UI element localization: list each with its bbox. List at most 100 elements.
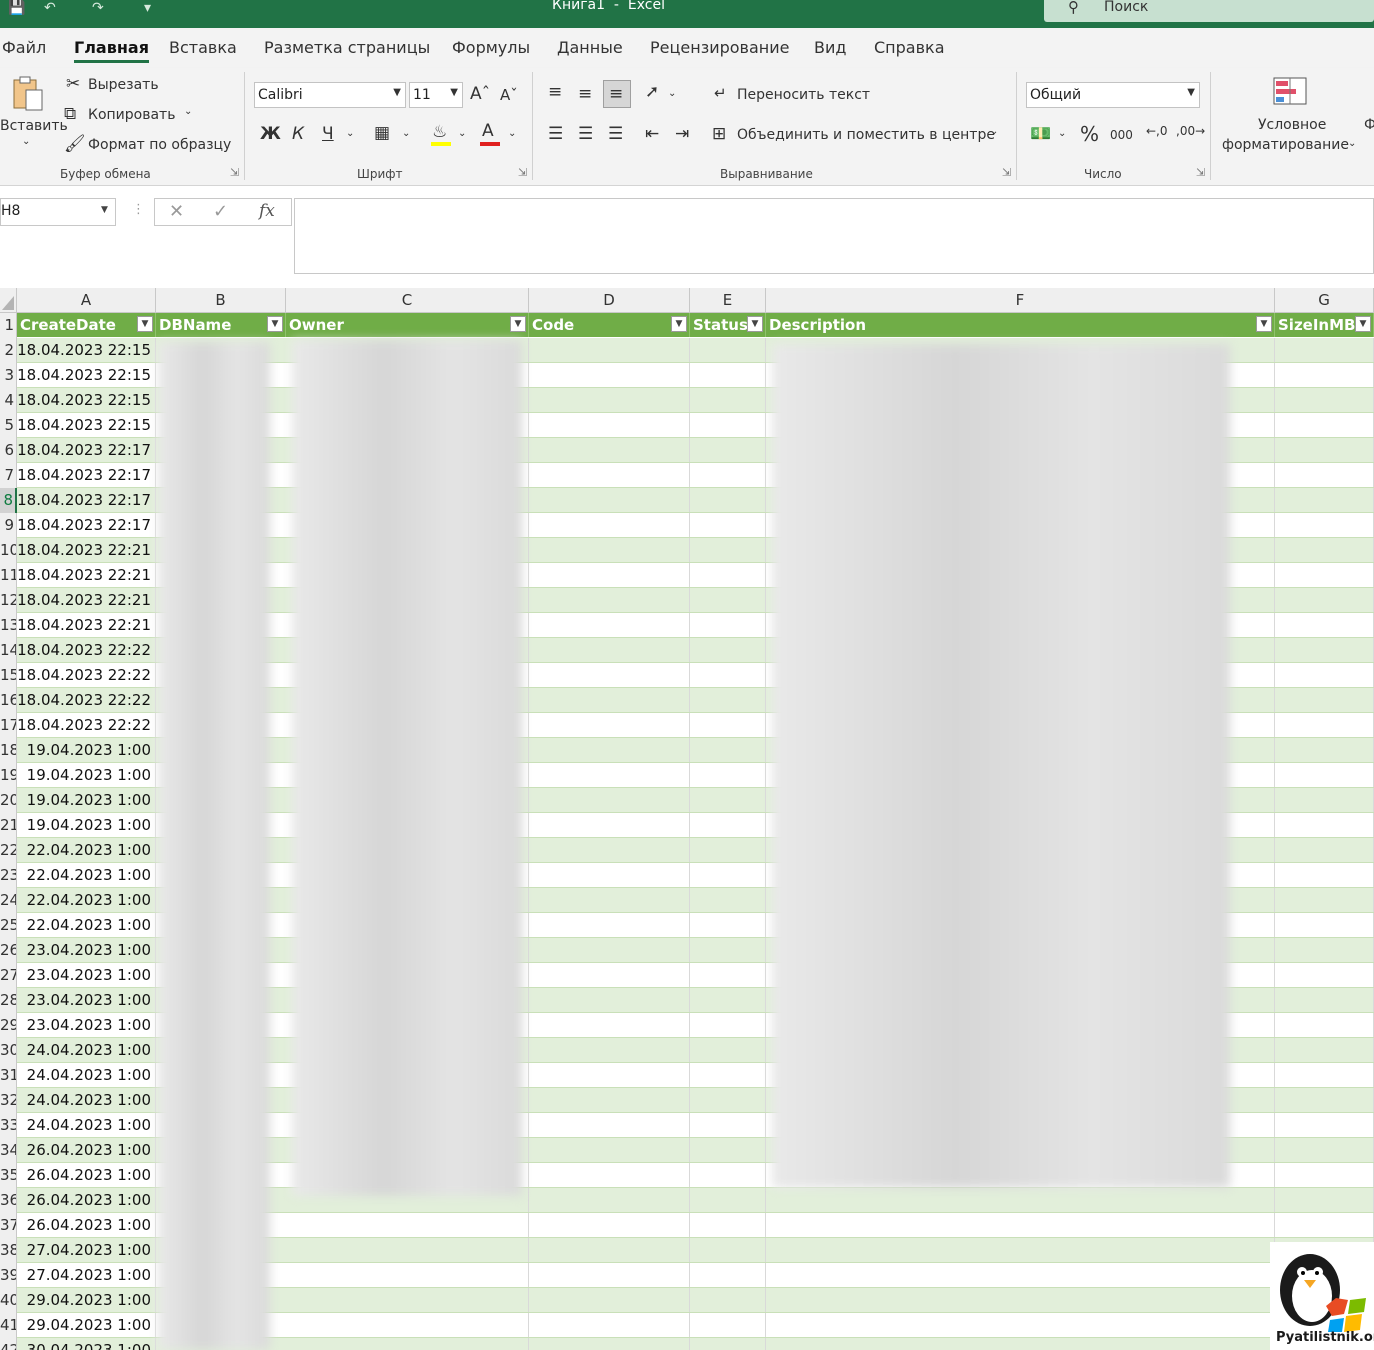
row-number[interactable]: 8 <box>0 488 17 513</box>
row-number[interactable]: 25 <box>0 913 17 938</box>
table-header-dbname[interactable]: DBName ▼ <box>156 313 286 337</box>
table-cell[interactable] <box>690 1163 766 1187</box>
row-number[interactable]: 29 <box>0 1013 17 1038</box>
filter-dropdown-icon[interactable]: ▼ <box>671 316 687 332</box>
table-cell[interactable] <box>286 1263 529 1287</box>
table-cell[interactable] <box>690 1063 766 1087</box>
table-cell[interactable] <box>529 813 690 837</box>
cell-createdate[interactable]: 18.04.2023 22:17 <box>17 438 156 462</box>
conditional-formatting-label-1[interactable]: Условное <box>1258 117 1326 133</box>
formula-input[interactable] <box>294 198 1374 274</box>
number-format-combo[interactable]: Общий ▼ <box>1026 82 1200 108</box>
wrap-text-icon[interactable]: ↵ <box>714 84 727 102</box>
table-header-description[interactable]: Description ▼ <box>766 313 1275 337</box>
table-cell[interactable] <box>1275 1113 1374 1137</box>
table-cell[interactable] <box>1275 588 1374 612</box>
table-cell[interactable] <box>690 1338 766 1350</box>
conditional-formatting-dropdown-icon[interactable]: ⌄ <box>1348 138 1356 149</box>
table-cell[interactable] <box>1275 813 1374 837</box>
table-cell[interactable] <box>286 1213 529 1237</box>
table-cell[interactable] <box>690 688 766 712</box>
table-cell[interactable] <box>690 938 766 962</box>
table-cell[interactable] <box>529 1213 690 1237</box>
row-number[interactable]: 39 <box>0 1263 17 1288</box>
filter-dropdown-icon[interactable]: ▼ <box>510 316 526 332</box>
column-header-e[interactable]: E <box>690 288 766 312</box>
table-header-status[interactable]: Status ▼ <box>690 313 766 337</box>
wrap-text-button[interactable]: Переносить текст <box>737 87 870 103</box>
font-size-combo[interactable]: 11 ▼ <box>409 82 463 108</box>
table-cell[interactable] <box>1275 413 1374 437</box>
table-cell[interactable] <box>1275 713 1374 737</box>
cell-createdate[interactable]: 18.04.2023 22:21 <box>17 613 156 637</box>
cell-createdate[interactable]: 22.04.2023 1:00 <box>17 838 156 862</box>
row-number[interactable]: 20 <box>0 788 17 813</box>
row-number[interactable]: 27 <box>0 963 17 988</box>
table-cell[interactable] <box>529 1138 690 1162</box>
row-number[interactable]: 19 <box>0 763 17 788</box>
table-cell[interactable] <box>529 888 690 912</box>
copy-icon[interactable]: ⧉ <box>64 104 76 124</box>
table-cell[interactable] <box>529 838 690 862</box>
row-number[interactable]: 31 <box>0 1063 17 1088</box>
table-cell[interactable] <box>529 1063 690 1087</box>
cell-createdate[interactable]: 19.04.2023 1:00 <box>17 763 156 787</box>
increase-font-icon[interactable]: Aˆ <box>470 84 490 104</box>
fill-color-icon[interactable]: ♨ <box>432 122 447 142</box>
cell-createdate[interactable]: 23.04.2023 1:00 <box>17 988 156 1012</box>
table-cell[interactable] <box>529 1088 690 1112</box>
cell-createdate[interactable]: 18.04.2023 22:17 <box>17 463 156 487</box>
align-center-icon[interactable]: ☰ <box>578 124 593 144</box>
bold-button[interactable]: Ж <box>260 124 281 144</box>
increase-decimal-icon[interactable]: ←,0 <box>1146 124 1168 138</box>
table-cell[interactable] <box>529 688 690 712</box>
save-icon[interactable]: 💾 <box>8 0 25 16</box>
table-cell[interactable] <box>1275 538 1374 562</box>
row-number[interactable]: 41 <box>0 1313 17 1338</box>
row-number[interactable]: 11 <box>0 563 17 588</box>
table-cell[interactable] <box>690 913 766 937</box>
merge-center-icon[interactable]: ⊞ <box>712 124 726 144</box>
decrease-decimal-icon[interactable]: ,00→ <box>1176 124 1205 138</box>
cell-createdate[interactable]: 24.04.2023 1:00 <box>17 1063 156 1087</box>
cell-createdate[interactable]: 19.04.2023 1:00 <box>17 813 156 837</box>
underline-button[interactable]: Ч <box>322 124 334 144</box>
table-cell[interactable] <box>690 1238 766 1262</box>
format-painter-button[interactable]: Формат по образцу <box>88 137 231 153</box>
row-number[interactable]: 32 <box>0 1088 17 1113</box>
cell-createdate[interactable]: 29.04.2023 1:00 <box>17 1313 156 1337</box>
table-cell[interactable] <box>1275 1088 1374 1112</box>
table-cell[interactable] <box>690 1138 766 1162</box>
table-cell[interactable] <box>286 1338 529 1350</box>
filter-dropdown-icon[interactable]: ▼ <box>1355 316 1371 332</box>
table-cell[interactable] <box>1275 438 1374 462</box>
row-number[interactable]: 9 <box>0 513 17 538</box>
table-cell[interactable] <box>690 963 766 987</box>
cell-createdate[interactable]: 18.04.2023 22:22 <box>17 688 156 712</box>
table-cell[interactable] <box>1275 688 1374 712</box>
row-number[interactable]: 2 <box>0 338 17 363</box>
table-cell[interactable] <box>529 538 690 562</box>
cell-createdate[interactable]: 29.04.2023 1:00 <box>17 1288 156 1312</box>
table-cell[interactable] <box>690 1013 766 1037</box>
borders-icon[interactable]: ▦ <box>374 123 390 143</box>
table-cell[interactable] <box>1275 1063 1374 1087</box>
row-number[interactable]: 12 <box>0 588 17 613</box>
tab-formulas[interactable]: Формулы <box>452 38 530 57</box>
table-cell[interactable] <box>1275 738 1374 762</box>
table-cell[interactable] <box>529 1013 690 1037</box>
redo-icon[interactable]: ↷ <box>92 0 104 16</box>
table-cell[interactable] <box>690 788 766 812</box>
conditional-formatting-icon[interactable] <box>1272 76 1310 108</box>
table-cell[interactable] <box>690 1088 766 1112</box>
insert-function-icon[interactable]: fx <box>259 201 275 221</box>
paste-button[interactable] <box>8 74 48 114</box>
table-cell[interactable] <box>529 513 690 537</box>
cell-createdate[interactable]: 18.04.2023 22:15 <box>17 363 156 387</box>
clipboard-launcher-icon[interactable]: ⇲ <box>230 166 239 179</box>
filter-dropdown-icon[interactable]: ▼ <box>137 316 153 332</box>
cell-createdate[interactable]: 26.04.2023 1:00 <box>17 1163 156 1187</box>
row-number[interactable]: 13 <box>0 613 17 638</box>
row-number[interactable]: 24 <box>0 888 17 913</box>
table-cell[interactable] <box>1275 388 1374 412</box>
